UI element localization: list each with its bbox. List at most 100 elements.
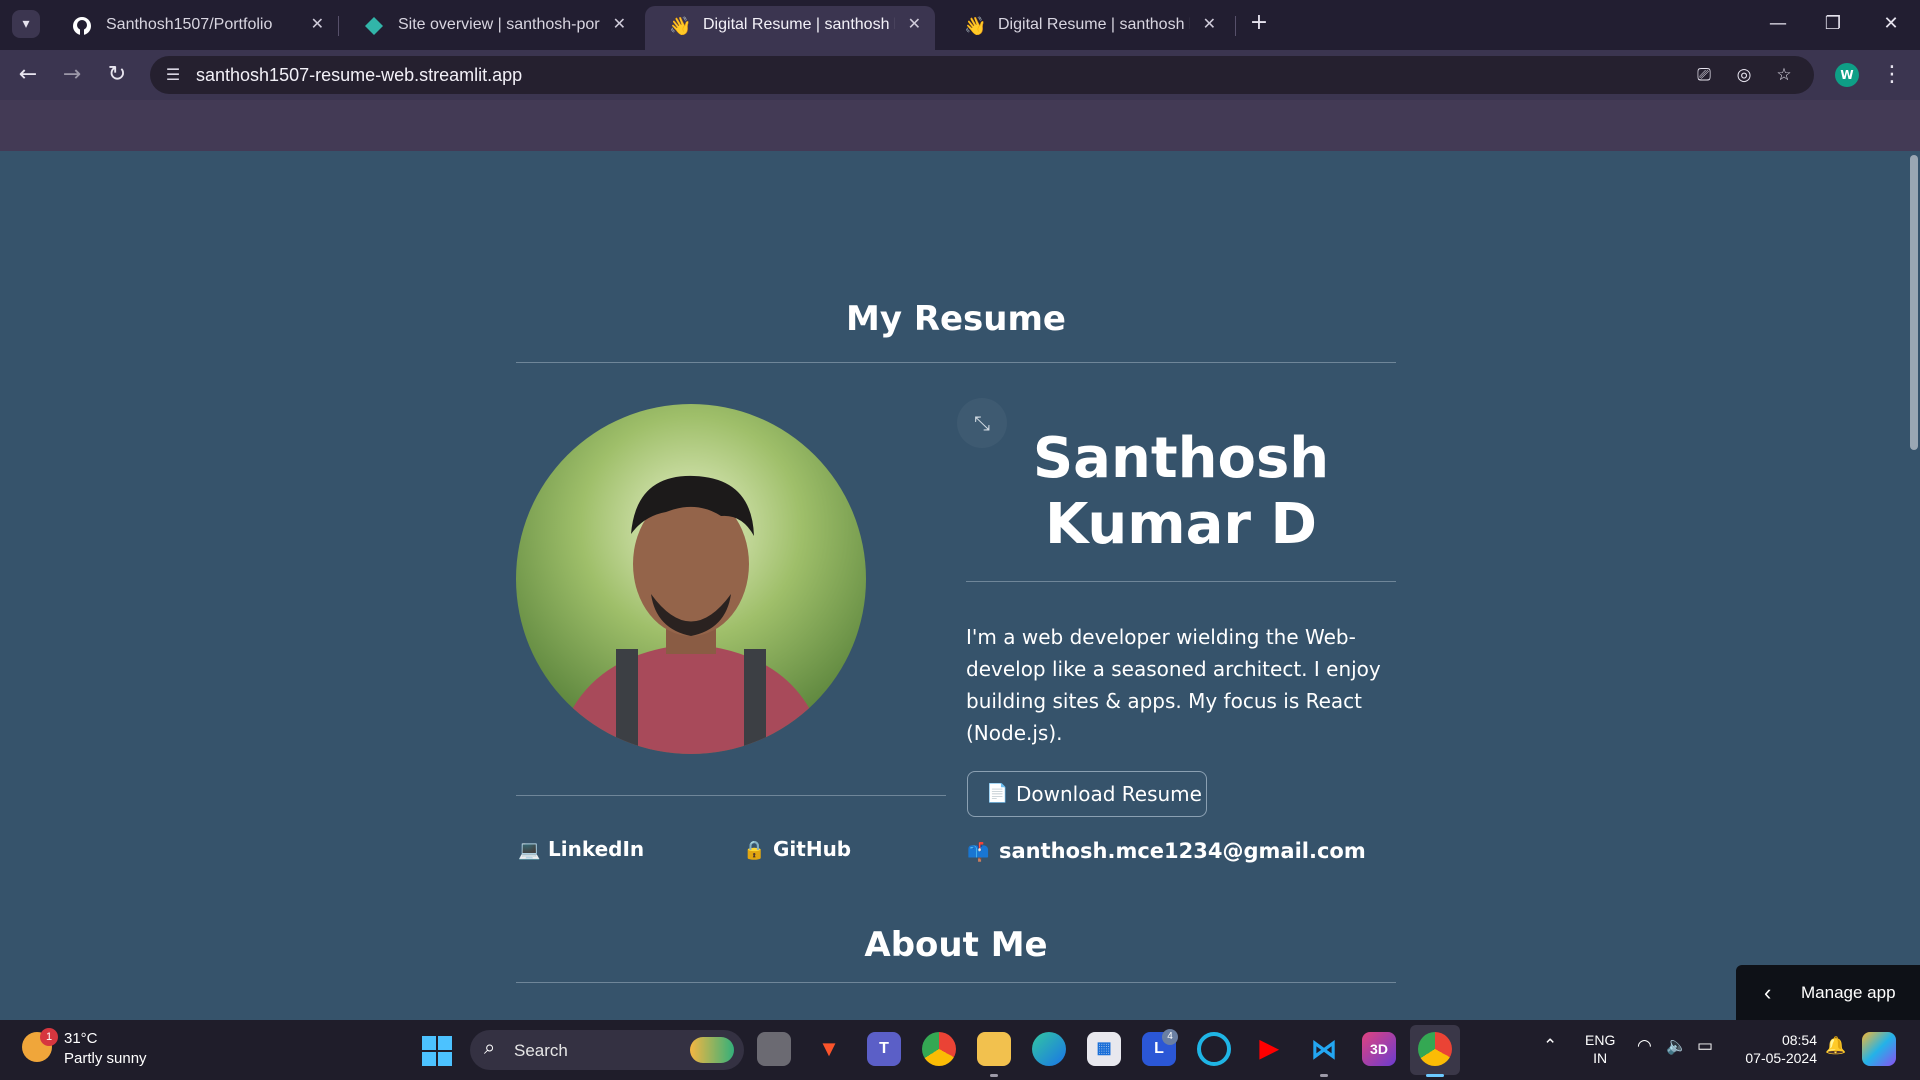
volume-icon[interactable]: 🔈 [1666, 1036, 1687, 1056]
close-window-button[interactable]: ✕ [1871, 8, 1911, 40]
url-text[interactable]: santhosh1507-resume-web.streamlit.app [196, 56, 522, 94]
site-settings-icon[interactable]: ☰ [162, 64, 184, 86]
tab-search-menu-button[interactable]: ▾ [12, 10, 40, 38]
close-icon[interactable]: ✕ [613, 6, 626, 44]
search-highlight-icon [690, 1037, 734, 1063]
search-icon: ⌕ [484, 1037, 496, 1059]
email-address: santhosh.mce1234@gmail.com [999, 839, 1366, 863]
padlock-icon: 🔒 [743, 840, 766, 861]
manage-app-button[interactable]: ‹ Manage app [1736, 965, 1920, 1020]
alexa-icon[interactable] [1197, 1032, 1231, 1066]
edge-icon[interactable] [1032, 1032, 1066, 1066]
github-label: GitHub [773, 837, 852, 861]
tab-title: Santhosh1507/Portfolio [106, 16, 273, 33]
name-line-1: Santhosh [1032, 426, 1330, 491]
language-code: ENG [1585, 1032, 1616, 1048]
back-arrow-icon[interactable]: ← [13, 60, 43, 90]
weather-description[interactable]: Partly sunny [64, 1050, 147, 1067]
browser-menu-icon[interactable]: ⋮ [1880, 60, 1904, 90]
name-line-2: Kumar D [1044, 492, 1317, 557]
document-icon: 📄 [986, 783, 1009, 804]
mailbox-icon: 📫 [967, 842, 990, 863]
new-tab-button[interactable]: + [1245, 10, 1273, 38]
clock[interactable]: 08:54 07-05-2024 [1735, 1031, 1817, 1067]
install-app-icon[interactable]: ⎚ [1692, 64, 1716, 86]
close-icon[interactable]: ✕ [908, 6, 921, 44]
divider [516, 982, 1396, 983]
profile-avatar[interactable]: W [1835, 63, 1859, 87]
github-link[interactable]: 🔒 GitHub [743, 835, 851, 865]
profile-photo [516, 404, 866, 754]
github-icon [73, 17, 91, 35]
download-resume-label: Download Resume [1016, 782, 1202, 806]
waving-hand-icon: 👋 [669, 16, 692, 36]
email-link[interactable]: 📫 santhosh.mce1234@gmail.com [967, 837, 1366, 867]
streamlit-header-bar [0, 100, 1920, 151]
file-explorer-icon[interactable] [977, 1032, 1011, 1066]
battery-icon[interactable]: ▭ [1697, 1036, 1713, 1056]
vscode-icon[interactable]: ⋈ [1307, 1032, 1341, 1066]
download-resume-button[interactable]: 📄 Download Resume [967, 771, 1207, 817]
youtube-icon[interactable]: ▶ [1252, 1032, 1286, 1066]
bookmark-star-icon[interactable]: ☆ [1772, 64, 1796, 86]
app-notification-badge: 4 [1162, 1029, 1178, 1045]
clock-date: 07-05-2024 [1745, 1050, 1817, 1066]
search-label: Search [514, 1041, 568, 1060]
copilot-icon[interactable] [1862, 1032, 1896, 1066]
linkedin-link[interactable]: 💻 LinkedIn [518, 835, 644, 865]
restore-button[interactable]: ❐ [1813, 8, 1853, 40]
tab-digital-resume-active[interactable]: 👋 Digital Resume | santhosh kumar ✕ [645, 6, 935, 50]
tab-title: Site overview | santhosh-portfolio [398, 16, 600, 33]
teams-icon[interactable]: T [867, 1032, 901, 1066]
eye-off-icon[interactable]: ◎ [1732, 64, 1756, 86]
address-bar[interactable]: ☰ santhosh1507-resume-web.streamlit.app … [150, 56, 1814, 94]
resume-heading: My Resume [845, 299, 1066, 339]
running-indicator [1320, 1074, 1328, 1077]
netlify-icon [365, 17, 383, 35]
task-view-icon[interactable] [757, 1032, 791, 1066]
tab-title: Digital Resume | santhosh kumar [703, 16, 895, 33]
reload-icon[interactable]: ↻ [102, 60, 132, 90]
forward-arrow-icon[interactable]: → [57, 60, 87, 90]
weather-temperature[interactable]: 31°C [64, 1030, 98, 1047]
resume-page: My Resume ⤡ Santhosh Kumar D I'm a web d… [0, 151, 1920, 1020]
tab-site-overview[interactable]: Site overview | santhosh-portfolio ✕ [340, 6, 640, 44]
laptop-icon: 💻 [518, 840, 541, 861]
divider [516, 362, 1396, 363]
windows-start-icon[interactable] [422, 1036, 452, 1066]
brave-browser-icon[interactable]: ▼ [812, 1032, 846, 1066]
chevron-up-icon[interactable]: ⌃ [1543, 1036, 1557, 1056]
divider [516, 795, 946, 796]
close-icon[interactable]: ✕ [311, 6, 324, 44]
taskbar-search[interactable]: ⌕ Search [470, 1030, 744, 1070]
about-heading: About Me [864, 925, 1048, 965]
clock-time: 08:54 [1781, 1032, 1817, 1048]
active-indicator [1426, 1074, 1444, 1077]
profile-name: Santhosh Kumar D [966, 426, 1396, 558]
chevron-left-icon: ‹ [1764, 980, 1772, 1005]
minimize-button[interactable]: — [1758, 8, 1798, 40]
language-indicator[interactable]: ENG IN [1585, 1031, 1615, 1067]
tab-portfolio[interactable]: Santhosh1507/Portfolio ✕ [48, 6, 338, 44]
divider [966, 581, 1396, 582]
windows-taskbar: 1 31°C Partly sunny ⌕ Search ▼ T ▦ L 4 ▶… [0, 1020, 1920, 1080]
browser-toolbar: ← → ↻ ☰ santhosh1507-resume-web.streamli… [0, 50, 1920, 100]
chrome-icon[interactable] [922, 1032, 956, 1066]
manage-app-label: Manage app [1801, 983, 1896, 1002]
linkedin-label: LinkedIn [548, 837, 645, 861]
notification-bell-icon[interactable]: 🔔 [1825, 1036, 1846, 1056]
bio-text: I'm a web developer wielding the Web-dev… [966, 625, 1381, 745]
weather-badge: 1 [40, 1028, 58, 1046]
wifi-icon[interactable]: ◠ [1637, 1036, 1652, 1056]
region-code: IN [1593, 1050, 1608, 1066]
tab-title: Digital Resume | santhosh kumar [998, 16, 1190, 33]
microsoft-store-icon[interactable]: ▦ [1087, 1032, 1121, 1066]
chrome-profile-icon[interactable] [1418, 1032, 1452, 1066]
browser-tab-strip: ▾ Santhosh1507/Portfolio ✕ Site overview… [0, 0, 1920, 50]
running-indicator [990, 1074, 998, 1077]
close-icon[interactable]: ✕ [1203, 6, 1216, 44]
tab-divider [338, 16, 339, 36]
page-scrollbar[interactable] [1910, 155, 1918, 450]
tab-digital-resume[interactable]: 👋 Digital Resume | santhosh kumar ✕ [940, 6, 1230, 44]
app-3d-icon[interactable]: 3D [1362, 1032, 1396, 1066]
